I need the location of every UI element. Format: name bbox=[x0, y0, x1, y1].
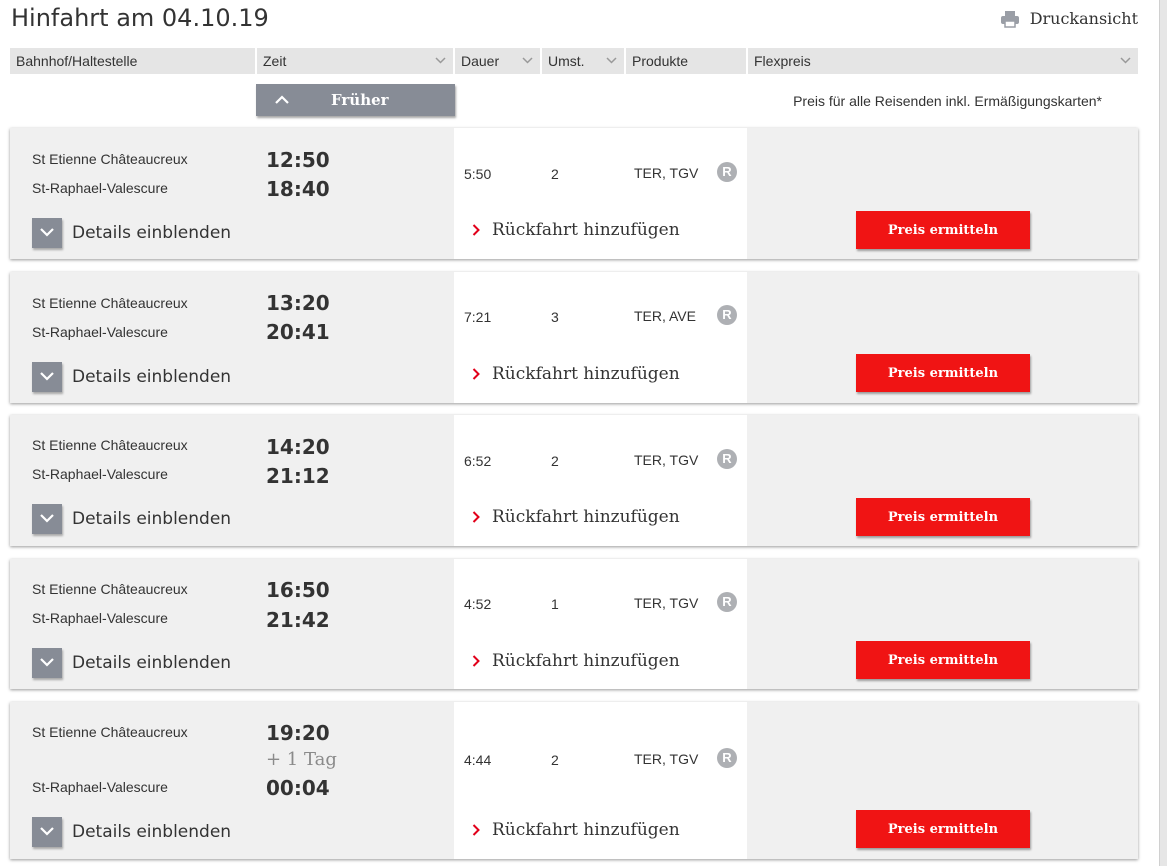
column-header-station: Bahnhof/Haltestelle bbox=[10, 48, 255, 74]
departure-station: St Etienne Châteaucreux bbox=[32, 724, 188, 740]
add-return-trip-link[interactable]: Rückfahrt hinzufügen bbox=[472, 507, 680, 527]
departure-time: 19:20 bbox=[266, 721, 330, 745]
details-label: Details einblenden bbox=[72, 653, 232, 673]
arrival-time: 18:40 bbox=[266, 177, 330, 201]
add-return-trip-link[interactable]: Rückfahrt hinzufügen bbox=[472, 220, 680, 240]
printer-icon bbox=[1000, 10, 1019, 28]
chevron-down-icon bbox=[435, 57, 446, 64]
duration: 6:52 bbox=[464, 453, 492, 469]
arrival-time: 20:41 bbox=[266, 320, 330, 344]
add-return-trip-link[interactable]: Rückfahrt hinzufügen bbox=[472, 364, 680, 384]
chevron-right-icon bbox=[472, 224, 480, 236]
details-label: Details einblenden bbox=[72, 223, 232, 243]
details-label: Details einblenden bbox=[72, 822, 232, 842]
chevron-down-icon bbox=[40, 514, 54, 523]
arrival-station: St-Raphael-Valescure bbox=[32, 779, 168, 795]
changes-count: 2 bbox=[551, 166, 559, 182]
chevron-down-icon bbox=[40, 372, 54, 381]
chevron-down-icon bbox=[40, 228, 54, 237]
products: TER, TGV bbox=[634, 452, 699, 468]
column-header-time[interactable]: Zeit bbox=[257, 48, 453, 74]
departure-time: 12:50 bbox=[266, 148, 330, 172]
departure-station: St Etienne Châteaucreux bbox=[32, 581, 188, 597]
details-toggle[interactable]: Details einblenden bbox=[32, 218, 231, 248]
reservation-badge-icon: R bbox=[717, 162, 737, 182]
page-title: Hinfahrt am 04.10.19 bbox=[11, 4, 269, 32]
arrival-station: St-Raphael-Valescure bbox=[32, 180, 168, 196]
arrival-time: 00:04 bbox=[266, 776, 330, 800]
results-toolbar: Früher Preis für alle Reisenden inkl. Er… bbox=[10, 84, 1138, 116]
chevron-right-icon bbox=[472, 368, 480, 380]
column-header-changes[interactable]: Umst. bbox=[542, 48, 624, 74]
arrival-time: 21:42 bbox=[266, 608, 330, 632]
earlier-connections-button[interactable]: Früher bbox=[256, 84, 455, 116]
earlier-label: Früher bbox=[331, 91, 389, 109]
reservation-badge-icon: R bbox=[717, 748, 737, 768]
details-toggle[interactable]: Details einblenden bbox=[32, 648, 231, 678]
duration: 4:44 bbox=[464, 752, 492, 768]
arrival-station: St-Raphael-Valescure bbox=[32, 324, 168, 340]
column-header-duration[interactable]: Dauer bbox=[455, 48, 540, 74]
products: TER, AVE bbox=[634, 308, 696, 324]
chevron-down-icon bbox=[606, 57, 617, 64]
departure-station: St Etienne Châteaucreux bbox=[32, 151, 188, 167]
get-price-button[interactable]: Preis ermitteln bbox=[856, 354, 1030, 392]
changes-count: 2 bbox=[551, 752, 559, 768]
duration: 7:21 bbox=[464, 309, 492, 325]
get-price-button[interactable]: Preis ermitteln bbox=[856, 641, 1030, 679]
details-label: Details einblenden bbox=[72, 509, 232, 529]
column-header-products: Produkte bbox=[626, 48, 746, 74]
products: TER, TGV bbox=[634, 751, 699, 767]
chevron-right-icon bbox=[472, 511, 480, 523]
departure-time: 14:20 bbox=[266, 435, 330, 459]
add-return-trip-link[interactable]: Rückfahrt hinzufügen bbox=[472, 820, 680, 840]
search-results-page: Hinfahrt am 04.10.19 Druckansicht Bahnho… bbox=[0, 0, 1160, 866]
details-toggle[interactable]: Details einblenden bbox=[32, 362, 231, 392]
print-view-label: Druckansicht bbox=[1029, 9, 1138, 28]
vertical-scrollbar[interactable] bbox=[1159, 0, 1167, 866]
reservation-badge-icon: R bbox=[717, 305, 737, 325]
print-view-link[interactable]: Druckansicht bbox=[1000, 9, 1138, 28]
price-note: Preis für alle Reisenden inkl. Ermäßigun… bbox=[793, 93, 1102, 109]
connection-row: St Etienne Châteaucreux St-Raphael-Vales… bbox=[10, 702, 1138, 859]
chevron-up-icon bbox=[275, 95, 289, 104]
connection-row: St Etienne Châteaucreux St-Raphael-Vales… bbox=[10, 128, 1138, 259]
departure-station: St Etienne Châteaucreux bbox=[32, 295, 188, 311]
get-price-button[interactable]: Preis ermitteln bbox=[856, 498, 1030, 536]
chevron-down-icon bbox=[40, 827, 54, 836]
add-return-trip-link[interactable]: Rückfahrt hinzufügen bbox=[472, 651, 680, 671]
products: TER, TGV bbox=[634, 165, 699, 181]
arrival-station: St-Raphael-Valescure bbox=[32, 610, 168, 626]
details-label: Details einblenden bbox=[72, 367, 232, 387]
chevron-down-icon bbox=[1120, 57, 1131, 64]
departure-station: St Etienne Châteaucreux bbox=[32, 437, 188, 453]
arrival-time: 21:12 bbox=[266, 464, 330, 488]
results-table-header: Bahnhof/Haltestelle Zeit Dauer Umst. Pro… bbox=[10, 48, 1138, 74]
arrival-station: St-Raphael-Valescure bbox=[32, 466, 168, 482]
products: TER, TGV bbox=[634, 595, 699, 611]
details-toggle[interactable]: Details einblenden bbox=[32, 817, 231, 847]
chevron-right-icon bbox=[472, 824, 480, 836]
chevron-right-icon bbox=[472, 655, 480, 667]
changes-count: 2 bbox=[551, 453, 559, 469]
reservation-badge-icon: R bbox=[717, 592, 737, 612]
get-price-button[interactable]: Preis ermitteln bbox=[856, 810, 1030, 848]
departure-time: 13:20 bbox=[266, 291, 330, 315]
next-day-indicator: + 1 Tag bbox=[266, 749, 337, 770]
chevron-down-icon bbox=[40, 658, 54, 667]
departure-time: 16:50 bbox=[266, 578, 330, 602]
chevron-down-icon bbox=[522, 57, 533, 64]
details-toggle[interactable]: Details einblenden bbox=[32, 504, 231, 534]
column-header-price[interactable]: Flexpreis bbox=[748, 48, 1138, 74]
connection-row: St Etienne Châteaucreux St-Raphael-Vales… bbox=[10, 415, 1138, 546]
duration: 4:52 bbox=[464, 596, 492, 612]
duration: 5:50 bbox=[464, 166, 492, 182]
changes-count: 1 bbox=[551, 596, 559, 612]
connection-row: St Etienne Châteaucreux St-Raphael-Vales… bbox=[10, 559, 1138, 689]
reservation-badge-icon: R bbox=[717, 449, 737, 469]
get-price-button[interactable]: Preis ermitteln bbox=[856, 211, 1030, 249]
changes-count: 3 bbox=[551, 309, 559, 325]
connection-row: St Etienne Châteaucreux St-Raphael-Vales… bbox=[10, 272, 1138, 403]
